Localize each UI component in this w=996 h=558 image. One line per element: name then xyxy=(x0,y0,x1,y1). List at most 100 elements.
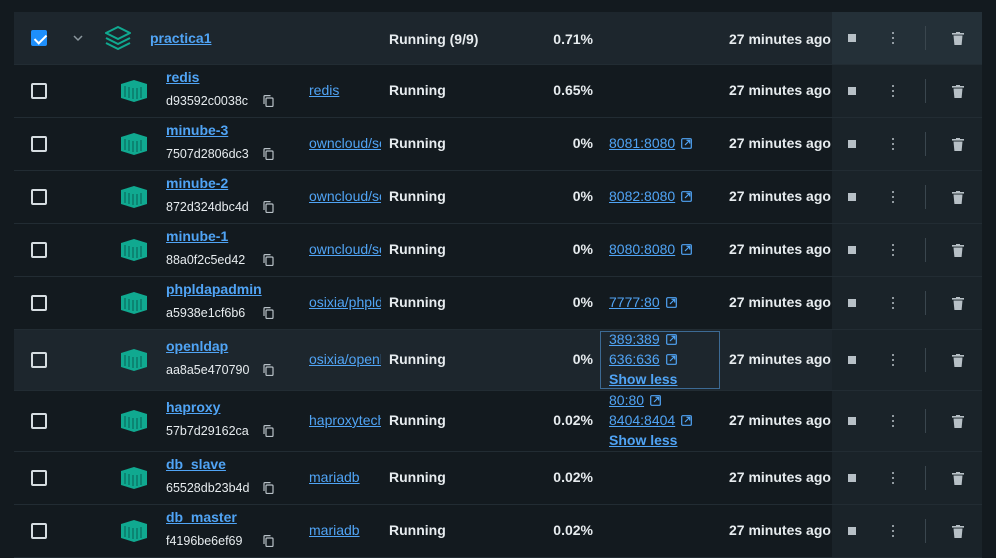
kebab-menu-icon[interactable] xyxy=(891,525,895,539)
container-cpu: 0.02% xyxy=(553,412,593,428)
kebab-menu-icon[interactable] xyxy=(891,297,895,311)
compose-group-row[interactable]: practica1 Running (9/9) 0.71% 27 minutes… xyxy=(14,12,982,65)
container-row[interactable]: db_slave 65528db23b4d mariadb Running 0.… xyxy=(14,452,982,505)
container-row[interactable]: minube-2 872d324dbc4d owncloud/server Ru… xyxy=(14,171,982,224)
row-checkbox[interactable] xyxy=(31,242,47,258)
stop-icon[interactable] xyxy=(848,527,856,535)
stop-icon[interactable] xyxy=(848,299,856,307)
copy-icon[interactable] xyxy=(263,148,274,160)
container-name-link[interactable]: minube-3 xyxy=(166,122,228,138)
kebab-menu-icon[interactable] xyxy=(891,85,895,99)
image-link[interactable]: osixia/phpldapadmin xyxy=(309,294,381,310)
row-checkbox[interactable] xyxy=(31,470,47,486)
stop-icon[interactable] xyxy=(848,34,856,42)
trash-icon[interactable] xyxy=(952,525,964,538)
container-row[interactable]: redis d93592c0038c redis Running 0.65% 2… xyxy=(14,65,982,118)
container-last-started: 27 minutes ago xyxy=(729,412,831,428)
group-actions xyxy=(832,12,982,64)
row-checkbox[interactable] xyxy=(31,189,47,205)
row-checkbox[interactable] xyxy=(31,413,47,429)
port-link[interactable]: 8404:8404 xyxy=(609,412,692,428)
container-name-link[interactable]: redis xyxy=(166,69,199,85)
container-name-link[interactable]: openldap xyxy=(166,338,228,354)
group-name-link[interactable]: practica1 xyxy=(150,30,211,46)
container-row[interactable]: openldap aa8a5e470790 osixia/openldap Ru… xyxy=(14,330,982,391)
trash-icon[interactable] xyxy=(952,297,964,310)
kebab-menu-icon[interactable] xyxy=(891,472,895,486)
trash-icon[interactable] xyxy=(952,191,964,204)
stop-icon[interactable] xyxy=(848,417,856,425)
container-status: Running xyxy=(389,522,446,538)
copy-icon[interactable] xyxy=(263,254,274,266)
kebab-menu-icon[interactable] xyxy=(891,415,895,429)
row-checkbox[interactable] xyxy=(31,352,47,368)
image-link[interactable]: mariadb xyxy=(309,522,381,538)
kebab-menu-icon[interactable] xyxy=(891,244,895,258)
kebab-menu-icon[interactable] xyxy=(891,32,895,46)
copy-icon[interactable] xyxy=(263,95,274,107)
stop-icon[interactable] xyxy=(848,356,856,364)
trash-icon[interactable] xyxy=(952,354,964,367)
trash-icon[interactable] xyxy=(952,138,964,151)
port-link[interactable]: 8081:8080 xyxy=(609,135,692,151)
external-link-icon xyxy=(681,191,692,202)
row-checkbox[interactable] xyxy=(31,523,47,539)
port-link[interactable]: 8082:8080 xyxy=(609,188,692,204)
row-checkbox[interactable] xyxy=(31,136,47,152)
port-link[interactable]: 389:389 xyxy=(609,331,677,347)
row-actions xyxy=(832,391,982,451)
stop-icon[interactable] xyxy=(848,140,856,148)
container-name-link[interactable]: db_master xyxy=(166,509,237,525)
stop-icon[interactable] xyxy=(848,193,856,201)
stop-icon[interactable] xyxy=(848,87,856,95)
show-less-link[interactable]: Show less xyxy=(609,432,677,448)
container-id: aa8a5e470790 xyxy=(166,363,250,377)
row-checkbox[interactable] xyxy=(31,83,47,99)
copy-icon[interactable] xyxy=(263,425,274,437)
divider xyxy=(925,26,926,50)
copy-icon[interactable] xyxy=(263,364,274,376)
image-link[interactable]: redis xyxy=(309,82,381,98)
stop-icon[interactable] xyxy=(848,246,856,254)
copy-icon[interactable] xyxy=(263,307,274,319)
trash-icon[interactable] xyxy=(952,85,964,98)
kebab-menu-icon[interactable] xyxy=(891,354,895,368)
container-row[interactable]: phpldapadmin a5938e1cf6b6 osixia/phpldap… xyxy=(14,277,982,330)
container-name-link[interactable]: minube-1 xyxy=(166,228,228,244)
trash-icon[interactable] xyxy=(952,415,964,428)
image-link[interactable]: mariadb xyxy=(309,469,381,485)
container-row[interactable]: db_master f4196be6ef69 mariadb Running 0… xyxy=(14,505,982,558)
container-name-link[interactable]: minube-2 xyxy=(166,175,228,191)
container-status: Running xyxy=(389,294,446,310)
container-name-link[interactable]: db_slave xyxy=(166,456,226,472)
image-link[interactable]: owncloud/server xyxy=(309,241,381,257)
port-link[interactable]: 7777:80 xyxy=(609,294,677,310)
port-link[interactable]: 8080:8080 xyxy=(609,241,692,257)
kebab-menu-icon[interactable] xyxy=(891,138,895,152)
copy-icon[interactable] xyxy=(263,482,274,494)
container-name-link[interactable]: phpldapadmin xyxy=(166,281,262,297)
port-link[interactable]: 636:636 xyxy=(609,351,677,367)
container-name-link[interactable]: haproxy xyxy=(166,399,220,415)
copy-icon[interactable] xyxy=(263,535,274,547)
port-link[interactable]: 80:80 xyxy=(609,392,661,408)
kebab-menu-icon[interactable] xyxy=(891,191,895,205)
container-row[interactable]: minube-1 88a0f2c5ed42 owncloud/server Ru… xyxy=(14,224,982,277)
trash-icon[interactable] xyxy=(952,472,964,485)
image-link[interactable]: owncloud/server xyxy=(309,135,381,151)
image-link[interactable]: owncloud/server xyxy=(309,188,381,204)
trash-icon[interactable] xyxy=(952,32,964,45)
image-link[interactable]: osixia/openldap xyxy=(309,351,381,367)
stop-icon[interactable] xyxy=(848,474,856,482)
container-row[interactable]: haproxy 57b7d29162ca haproxytech/haproxy… xyxy=(14,391,982,452)
container-cpu: 0% xyxy=(572,294,593,310)
container-last-started: 27 minutes ago xyxy=(729,351,831,367)
copy-icon[interactable] xyxy=(263,201,274,213)
trash-icon[interactable] xyxy=(952,244,964,257)
chevron-down-icon[interactable] xyxy=(72,32,84,44)
show-less-link[interactable]: Show less xyxy=(609,371,677,387)
row-checkbox[interactable] xyxy=(31,295,47,311)
container-row[interactable]: minube-3 7507d2806dc3 owncloud/server Ru… xyxy=(14,118,982,171)
image-link[interactable]: haproxytech/haproxy xyxy=(309,412,381,428)
group-checkbox[interactable] xyxy=(31,30,47,46)
